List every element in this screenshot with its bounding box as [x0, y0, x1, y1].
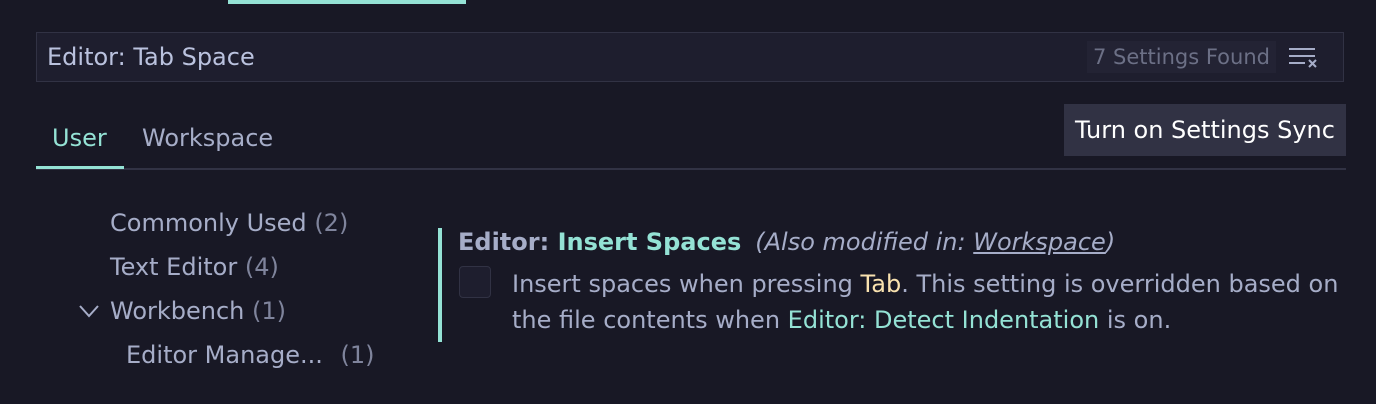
tab-user[interactable]: User: [52, 118, 107, 158]
toc-item-workbench[interactable]: Workbench (1): [110, 293, 286, 329]
desc-text: Insert spaces when pressing: [512, 270, 861, 298]
settings-search-box[interactable]: Editor: Tab Space 7 Settings Found: [36, 32, 1344, 82]
setting-title: Editor: Insert Spaces (Also modified in: …: [458, 224, 1115, 260]
also-modified-note: (Also modified in: Workspace): [755, 228, 1115, 256]
modified-suffix: ): [1105, 228, 1116, 256]
setting-name: Insert Spaces: [557, 228, 742, 256]
toc-count: (2): [314, 209, 349, 237]
chevron-down-icon[interactable]: [78, 300, 100, 322]
toc-item-editor-management[interactable]: Editor Manage... (1): [126, 337, 375, 373]
results-count-badge: 7 Settings Found: [1087, 41, 1276, 73]
active-tab-indicator: [228, 0, 466, 4]
detect-indentation-link[interactable]: Editor: Detect Indentation: [788, 306, 1100, 334]
tab-workspace[interactable]: Workspace: [142, 118, 273, 158]
setting-description: Insert spaces when pressing Tab. This se…: [512, 266, 1342, 338]
modified-prefix: (Also modified in:: [755, 228, 974, 256]
insert-spaces-checkbox[interactable]: [459, 266, 491, 298]
toc-label: Workbench: [110, 297, 245, 325]
clear-filter-icon[interactable]: [1287, 44, 1321, 70]
toc-item-commonly-used[interactable]: Commonly Used (2): [110, 205, 348, 241]
toc-label: Commonly Used: [110, 209, 307, 237]
toc-label: Editor Manage...: [126, 341, 323, 369]
toc-count: (1): [252, 297, 287, 325]
desc-text: is on.: [1099, 306, 1172, 334]
workspace-link[interactable]: Workspace: [973, 228, 1106, 256]
active-tab-underline: [36, 166, 124, 169]
setting-category: Editor:: [458, 228, 558, 256]
toc-label: Text Editor: [110, 253, 238, 281]
modified-setting-indicator: [438, 228, 442, 342]
turn-on-settings-sync-button[interactable]: Turn on Settings Sync: [1064, 104, 1346, 156]
toc-count: (4): [244, 253, 279, 281]
toc-count: (1): [340, 341, 375, 369]
tabs-divider: [36, 168, 1346, 170]
toc-item-text-editor[interactable]: Text Editor (4): [110, 249, 279, 285]
settings-search-input[interactable]: Editor: Tab Space: [47, 33, 255, 81]
tab-key-label: Tab: [860, 270, 902, 298]
